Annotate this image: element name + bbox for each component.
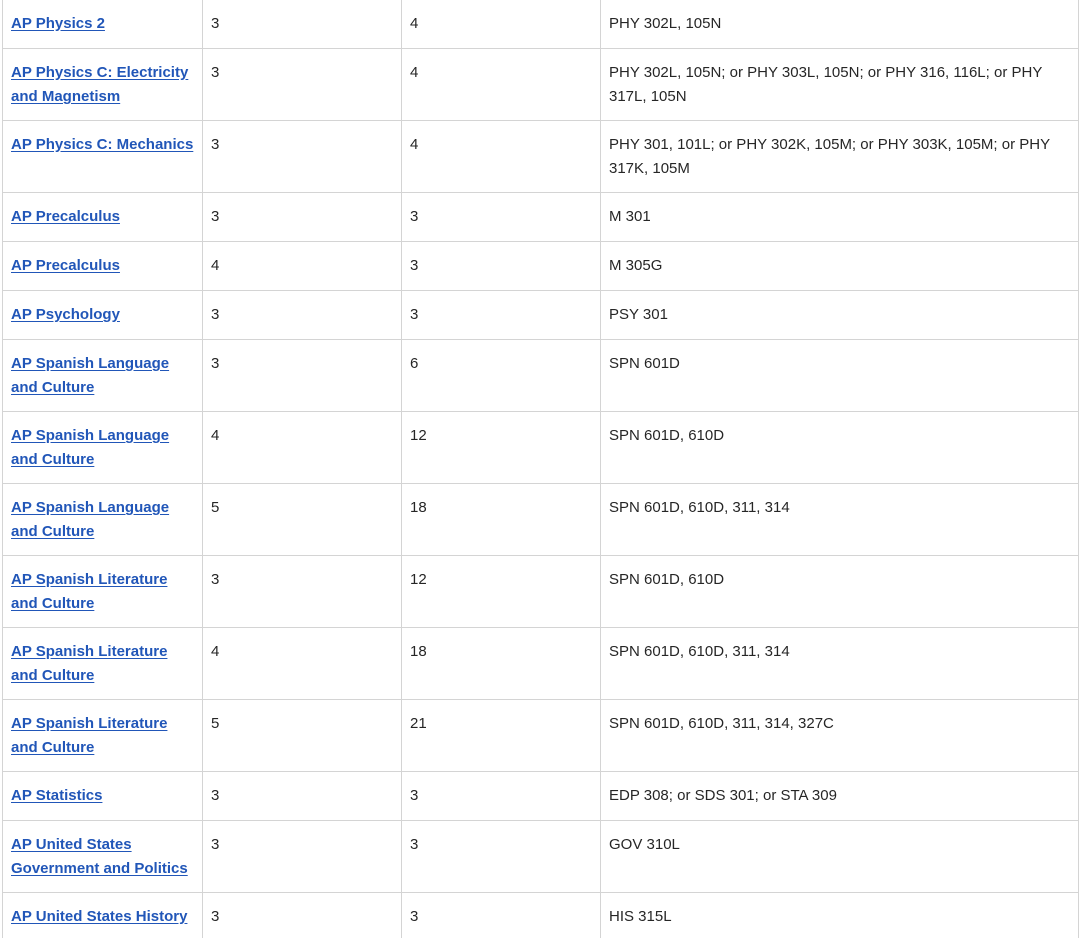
table-row: AP Spanish Language and Culture 5 18 SPN… <box>2 483 1079 556</box>
table-row: AP Spanish Language and Culture 4 12 SPN… <box>2 411 1079 484</box>
exam-cell: AP United States Government and Politics <box>2 820 203 893</box>
exam-link[interactable]: AP Physics C: Electricity and Magnetism <box>11 64 188 105</box>
hours-cell: 6 <box>401 339 601 412</box>
exam-cell: AP Spanish Language and Culture <box>2 339 203 412</box>
courses-cell: EDP 308; or SDS 301; or STA 309 <box>600 771 1079 821</box>
table-row: AP Precalculus 4 3 M 305G <box>2 241 1079 291</box>
courses-cell: PSY 301 <box>600 290 1079 340</box>
score-cell: 3 <box>202 290 402 340</box>
hours-cell: 3 <box>401 892 601 938</box>
exam-link[interactable]: AP Spanish Language and Culture <box>11 499 169 540</box>
hours-cell: 18 <box>401 627 601 700</box>
exam-cell: AP Physics C: Electricity and Magnetism <box>2 48 203 121</box>
exam-cell: AP Spanish Language and Culture <box>2 483 203 556</box>
courses-cell: SPN 601D <box>600 339 1079 412</box>
score-cell: 3 <box>202 771 402 821</box>
exam-link[interactable]: AP Psychology <box>11 306 120 323</box>
exam-link[interactable]: AP Precalculus <box>11 257 120 274</box>
courses-cell: PHY 302L, 105N <box>600 0 1079 49</box>
exam-cell: AP Psychology <box>2 290 203 340</box>
hours-cell: 4 <box>401 48 601 121</box>
score-cell: 3 <box>202 555 402 628</box>
hours-cell: 18 <box>401 483 601 556</box>
table-row: AP Spanish Literature and Culture 4 18 S… <box>2 627 1079 700</box>
courses-cell: M 301 <box>600 192 1079 242</box>
exam-cell: AP Precalculus <box>2 241 203 291</box>
exam-cell: AP Precalculus <box>2 192 203 242</box>
score-cell: 4 <box>202 241 402 291</box>
table-row: AP Statistics 3 3 EDP 308; or SDS 301; o… <box>2 771 1079 821</box>
exam-link[interactable]: AP Spanish Language and Culture <box>11 427 169 468</box>
exam-cell: AP Physics C: Mechanics <box>2 120 203 193</box>
courses-cell: PHY 301, 101L; or PHY 302K, 105M; or PHY… <box>600 120 1079 193</box>
exam-link[interactable]: AP Spanish Literature and Culture <box>11 715 167 756</box>
table-row: AP Spanish Language and Culture 3 6 SPN … <box>2 339 1079 412</box>
table-row: AP Physics 2 3 4 PHY 302L, 105N <box>2 0 1079 49</box>
score-cell: 5 <box>202 699 402 772</box>
exam-link[interactable]: AP Spanish Language and Culture <box>11 355 169 396</box>
courses-cell: SPN 601D, 610D <box>600 555 1079 628</box>
table-body: AP Physics 2 3 4 PHY 302L, 105N AP Physi… <box>2 0 1079 938</box>
exam-link[interactable]: AP Spanish Literature and Culture <box>11 571 167 612</box>
courses-cell: HIS 315L <box>600 892 1079 938</box>
table-row: AP Physics C: Electricity and Magnetism … <box>2 48 1079 121</box>
hours-cell: 3 <box>401 192 601 242</box>
hours-cell: 12 <box>401 555 601 628</box>
exam-link[interactable]: AP United States History <box>11 908 187 925</box>
exam-link[interactable]: AP Physics 2 <box>11 15 105 32</box>
page: AP Physics 2 3 4 PHY 302L, 105N AP Physi… <box>0 0 1080 938</box>
score-cell: 3 <box>202 48 402 121</box>
exam-cell: AP Spanish Language and Culture <box>2 411 203 484</box>
table-row: AP United States History 3 3 HIS 315L <box>2 892 1079 938</box>
courses-cell: SPN 601D, 610D, 311, 314, 327C <box>600 699 1079 772</box>
exam-link[interactable]: AP Precalculus <box>11 208 120 225</box>
score-cell: 3 <box>202 892 402 938</box>
courses-cell: M 305G <box>600 241 1079 291</box>
courses-cell: SPN 601D, 610D <box>600 411 1079 484</box>
hours-cell: 3 <box>401 771 601 821</box>
score-cell: 5 <box>202 483 402 556</box>
courses-cell: GOV 310L <box>600 820 1079 893</box>
score-cell: 3 <box>202 120 402 193</box>
table-row: AP Psychology 3 3 PSY 301 <box>2 290 1079 340</box>
exam-link[interactable]: AP Spanish Literature and Culture <box>11 643 167 684</box>
exam-cell: AP Physics 2 <box>2 0 203 49</box>
score-cell: 3 <box>202 0 402 49</box>
score-cell: 3 <box>202 192 402 242</box>
hours-cell: 3 <box>401 290 601 340</box>
exam-link[interactable]: AP Physics C: Mechanics <box>11 136 193 153</box>
hours-cell: 4 <box>401 120 601 193</box>
table-row: AP Spanish Literature and Culture 3 12 S… <box>2 555 1079 628</box>
table-row: AP Spanish Literature and Culture 5 21 S… <box>2 699 1079 772</box>
hours-cell: 4 <box>401 0 601 49</box>
courses-cell: SPN 601D, 610D, 311, 314 <box>600 483 1079 556</box>
exam-cell: AP Spanish Literature and Culture <box>2 699 203 772</box>
score-cell: 3 <box>202 339 402 412</box>
score-cell: 4 <box>202 627 402 700</box>
exam-cell: AP Spanish Literature and Culture <box>2 555 203 628</box>
exam-link[interactable]: AP Statistics <box>11 787 102 804</box>
table-row: AP United States Government and Politics… <box>2 820 1079 893</box>
table-row: AP Physics C: Mechanics 3 4 PHY 301, 101… <box>2 120 1079 193</box>
table-row: AP Precalculus 3 3 M 301 <box>2 192 1079 242</box>
ap-credit-table: AP Physics 2 3 4 PHY 302L, 105N AP Physi… <box>2 0 1079 938</box>
hours-cell: 3 <box>401 241 601 291</box>
courses-cell: SPN 601D, 610D, 311, 314 <box>600 627 1079 700</box>
score-cell: 4 <box>202 411 402 484</box>
exam-cell: AP Statistics <box>2 771 203 821</box>
hours-cell: 3 <box>401 820 601 893</box>
courses-cell: PHY 302L, 105N; or PHY 303L, 105N; or PH… <box>600 48 1079 121</box>
hours-cell: 21 <box>401 699 601 772</box>
exam-link[interactable]: AP United States Government and Politics <box>11 836 188 877</box>
exam-cell: AP United States History <box>2 892 203 938</box>
exam-cell: AP Spanish Literature and Culture <box>2 627 203 700</box>
hours-cell: 12 <box>401 411 601 484</box>
score-cell: 3 <box>202 820 402 893</box>
